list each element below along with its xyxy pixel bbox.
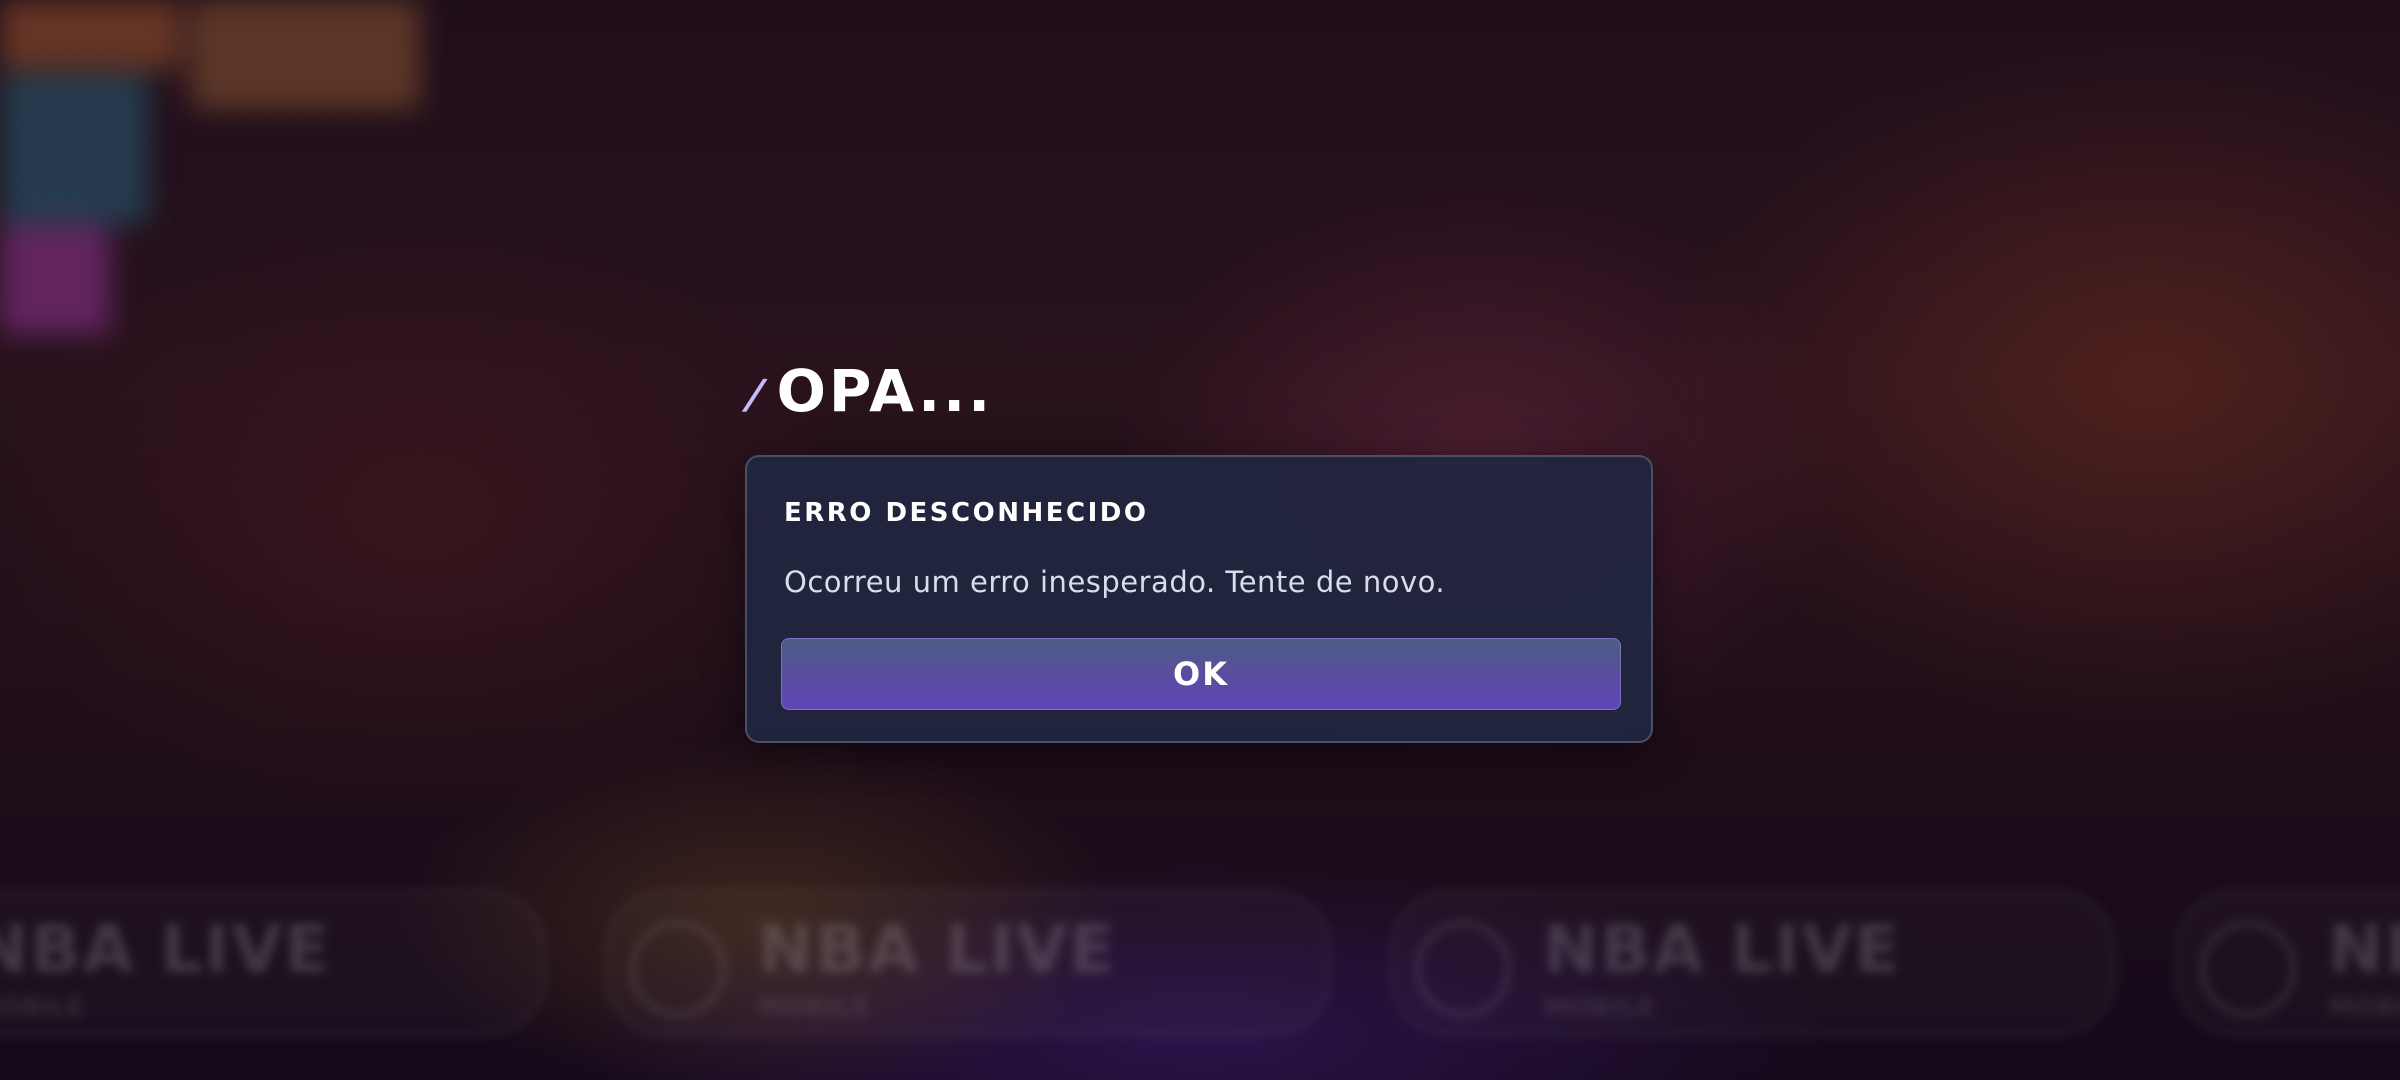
error-message: Ocorreu um erro inesperado. Tente de nov… — [784, 565, 1446, 599]
title-slash-accent: / — [744, 372, 766, 418]
dialog-title-row: / OPA... — [744, 357, 994, 425]
game-screen: NBA LIVE MOBILE NBA LIVE MOBILE NBA LIVE… — [0, 0, 2400, 1080]
error-dialog: ERRO DESCONHECIDO Ocorreu um erro inespe… — [745, 455, 1653, 743]
dialog-title: OPA... — [776, 357, 994, 425]
error-heading: ERRO DESCONHECIDO — [784, 498, 1149, 528]
ok-button[interactable]: OK — [781, 638, 1621, 710]
